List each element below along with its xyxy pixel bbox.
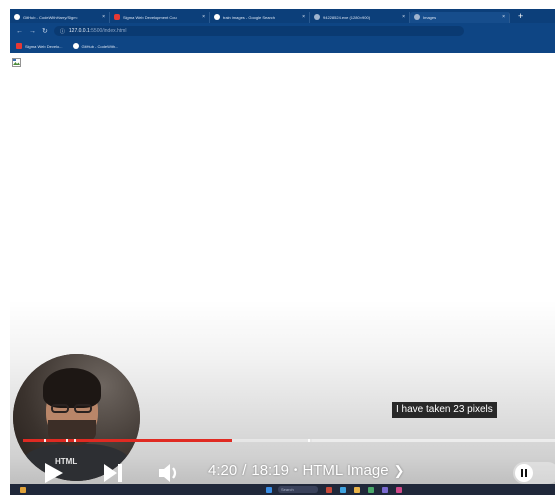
app-icon[interactable] [396, 486, 402, 493]
back-icon[interactable]: ← [16, 28, 23, 35]
weather-icon[interactable] [20, 486, 26, 493]
time-separator: / [242, 462, 247, 479]
url-path: :5500/index.html [89, 28, 127, 34]
progress-bar[interactable] [23, 439, 555, 442]
bookmark-label: GitHub - CodeWith... [81, 43, 119, 49]
windows-start-icon[interactable] [266, 486, 272, 493]
tab-close-icon[interactable]: × [399, 14, 405, 20]
app-icon[interactable] [382, 486, 388, 493]
github-icon [72, 43, 79, 49]
player-controls: 4:20 / 18:19 • HTML Image ❯ [10, 446, 555, 484]
presenter-beard [48, 420, 96, 446]
browser-tab-github[interactable]: GitHub - CodeWithHarry/Sigm: × [10, 11, 110, 23]
tab-title: Images [423, 14, 437, 20]
tab-close-icon[interactable]: × [99, 14, 105, 20]
browser-tab-image-file[interactable]: 94228524.exe (1280×900) × [310, 11, 410, 23]
chapter-marker [73, 439, 76, 442]
tab-title: Sigma Web Development Cou [123, 14, 177, 20]
play-icon [45, 463, 63, 483]
chapter-title[interactable]: HTML Image [302, 462, 388, 479]
presenter-glasses-left [51, 404, 69, 413]
presenter-hair [43, 368, 101, 408]
volume-icon [159, 464, 177, 482]
tab-close-icon[interactable]: × [499, 14, 505, 20]
info-icon: ⓘ [59, 28, 65, 35]
reload-icon[interactable]: ↻ [42, 27, 48, 35]
tab-title: train images - Google Search [223, 14, 276, 20]
app-icon[interactable] [326, 486, 332, 493]
tab-close-icon[interactable]: × [299, 14, 305, 20]
url-host: 127.0.0.1 [68, 28, 90, 34]
autoplay-toggle[interactable] [513, 462, 555, 484]
next-button[interactable] [100, 460, 126, 486]
chapter-marker [65, 439, 68, 442]
new-tab-button[interactable]: + [518, 11, 523, 21]
chapter-bullet: • [293, 465, 298, 476]
play-button[interactable] [40, 460, 66, 486]
browser-tab-youtube[interactable]: Sigma Web Development Cou × [110, 11, 210, 23]
duration: 18:19 [251, 462, 289, 479]
github-icon [14, 14, 20, 20]
current-time: 4:20 [208, 462, 238, 479]
globe-icon [314, 14, 320, 20]
time-display: 4:20 / 18:19 • HTML Image ❯ [208, 462, 404, 479]
taskbar-search[interactable]: Search [278, 486, 318, 493]
subtitle-caption: I have taken 23 pixels [392, 402, 497, 418]
os-taskbar: Search [10, 484, 555, 495]
tab-close-icon[interactable]: × [199, 14, 205, 20]
youtube-icon [114, 14, 120, 20]
skip-next-icon [104, 464, 122, 482]
volume-button[interactable] [156, 460, 184, 486]
url-field[interactable]: ⓘ 127.0.0.1 :5500/index.html [53, 26, 464, 36]
bookmarks-bar: Sigma Web Develo... GitHub - CodeWith... [10, 39, 555, 53]
video-frame: GitHub - CodeWithHarry/Sigm: × Sigma Web… [0, 0, 555, 495]
pause-icon [515, 464, 533, 482]
globe-icon [414, 14, 420, 20]
google-icon [214, 14, 220, 20]
bookmark-label: Sigma Web Develo... [25, 43, 63, 49]
bookmark-github[interactable]: GitHub - CodeWith... [72, 43, 119, 49]
app-icon[interactable] [368, 486, 374, 493]
chapter-marker [307, 439, 310, 442]
browser-tab-images[interactable]: Images × [410, 11, 510, 23]
page-content [10, 53, 555, 313]
chapter-marker [44, 439, 47, 442]
tab-title: GitHub - CodeWithHarry/Sigm: [23, 14, 78, 20]
presenter-glasses-right [74, 404, 92, 413]
forward-icon[interactable]: → [29, 28, 36, 35]
tab-title: 94228524.exe (1280×900) [323, 14, 371, 20]
bookmark-sigma[interactable]: Sigma Web Develo... [16, 43, 63, 49]
browser-tab-bar: GitHub - CodeWithHarry/Sigm: × Sigma Web… [10, 9, 555, 23]
address-bar-row: ← → ↻ ⓘ 127.0.0.1 :5500/index.html [10, 23, 555, 39]
app-icon[interactable] [340, 486, 346, 493]
chevron-right-icon[interactable]: ❯ [394, 463, 405, 479]
broken-image-icon [12, 58, 21, 67]
progress-played [23, 439, 232, 442]
browser-tab-google-search[interactable]: train images - Google Search × [210, 11, 310, 23]
youtube-icon [16, 43, 22, 49]
app-icon[interactable] [354, 486, 360, 493]
